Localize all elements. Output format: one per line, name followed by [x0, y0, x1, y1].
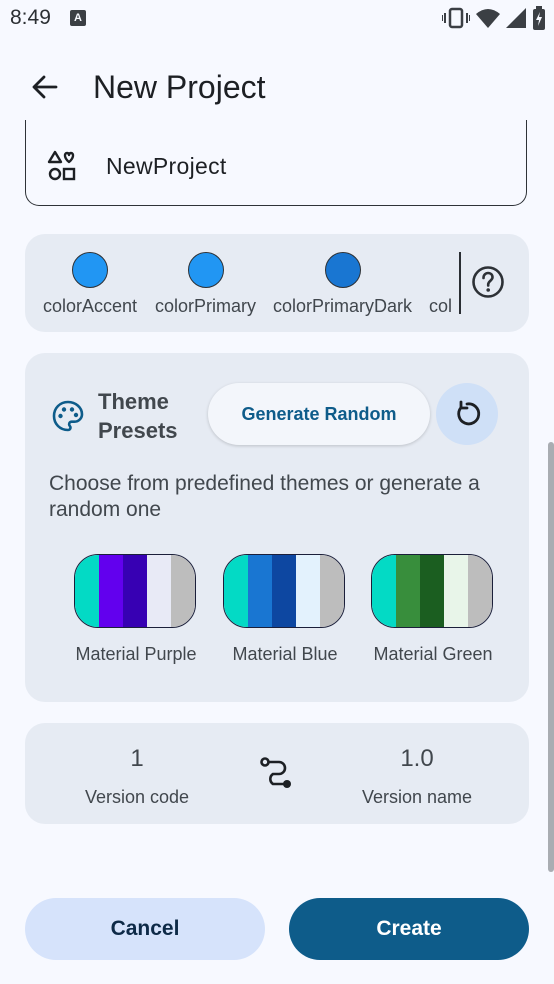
preset-swatch-bar [223, 554, 345, 628]
status-icons [442, 6, 546, 30]
version-code-field[interactable]: 1 Version code [67, 745, 207, 808]
help-icon[interactable] [471, 265, 505, 299]
preset-label: Material Blue [232, 644, 338, 664]
signal-icon [506, 8, 526, 28]
color-label: colorPrimary [155, 296, 257, 316]
preset-material-purple[interactable]: Material Purple [74, 554, 198, 665]
scrollbar[interactable] [548, 442, 554, 872]
color-swatch [72, 252, 109, 288]
color-label: colorAccent [43, 296, 138, 316]
preset-label: Material Purple [75, 644, 197, 664]
preset-material-green[interactable]: Material Green [371, 554, 495, 665]
create-button[interactable]: Create [289, 898, 529, 960]
version-name-field[interactable]: 1.0 Version name [347, 745, 487, 808]
status-time: 8:49 [10, 6, 51, 29]
color-item-primary[interactable]: colorPrimary [155, 252, 256, 317]
preset-swatch-bar [371, 554, 493, 628]
refresh-icon [457, 400, 481, 426]
generate-random-button[interactable]: Generate Random [208, 383, 430, 445]
top-app-bar: New Project [0, 55, 554, 119]
version-name-label: Version name [361, 787, 473, 807]
version-code-value: 1 [130, 745, 144, 772]
color-label: colorPrimaryDark [273, 296, 413, 316]
commit-icon [260, 757, 291, 788]
page-title: New Project [93, 69, 266, 105]
colors-card: colorAccent colorPrimary colorPrimaryDar… [25, 234, 529, 332]
version-card: 1 Version code 1.0 Version name [25, 723, 529, 824]
vibrate-icon [442, 7, 470, 29]
version-code-label: Version code [84, 787, 190, 807]
arrow-back-icon [32, 75, 58, 99]
battery-icon [533, 6, 545, 30]
palette-icon [52, 400, 84, 432]
color-swatch [187, 252, 224, 288]
back-button[interactable] [22, 65, 66, 109]
preset-material-blue[interactable]: Material Blue [223, 554, 347, 665]
color-label: col [429, 296, 453, 316]
status-bar: 8:49 A [0, 0, 554, 38]
wifi-icon [476, 9, 500, 28]
theme-presets-title: Theme Presets [98, 389, 178, 443]
theme-description: Choose from predefined themes or generat… [49, 472, 480, 521]
cancel-button[interactable]: Cancel [25, 898, 265, 960]
color-item-accent[interactable]: colorAccent [43, 252, 137, 317]
divider [459, 252, 461, 314]
color-swatch [324, 252, 361, 288]
refresh-button[interactable] [436, 383, 498, 445]
color-item-primary-dark[interactable]: colorPrimaryDark [273, 252, 412, 317]
preset-label: Material Green [373, 644, 493, 664]
theme-presets-card: Theme Presets Generate Random Choose fro… [25, 353, 529, 702]
notification-icon: A [70, 10, 86, 26]
category-icon [47, 150, 76, 181]
color-item-partial[interactable]: col [429, 252, 459, 317]
preset-swatch-bar [74, 554, 196, 628]
version-name-value: 1.0 [400, 745, 434, 772]
project-name-field[interactable]: NewProject [25, 120, 527, 206]
project-name-value: NewProject [106, 153, 227, 179]
